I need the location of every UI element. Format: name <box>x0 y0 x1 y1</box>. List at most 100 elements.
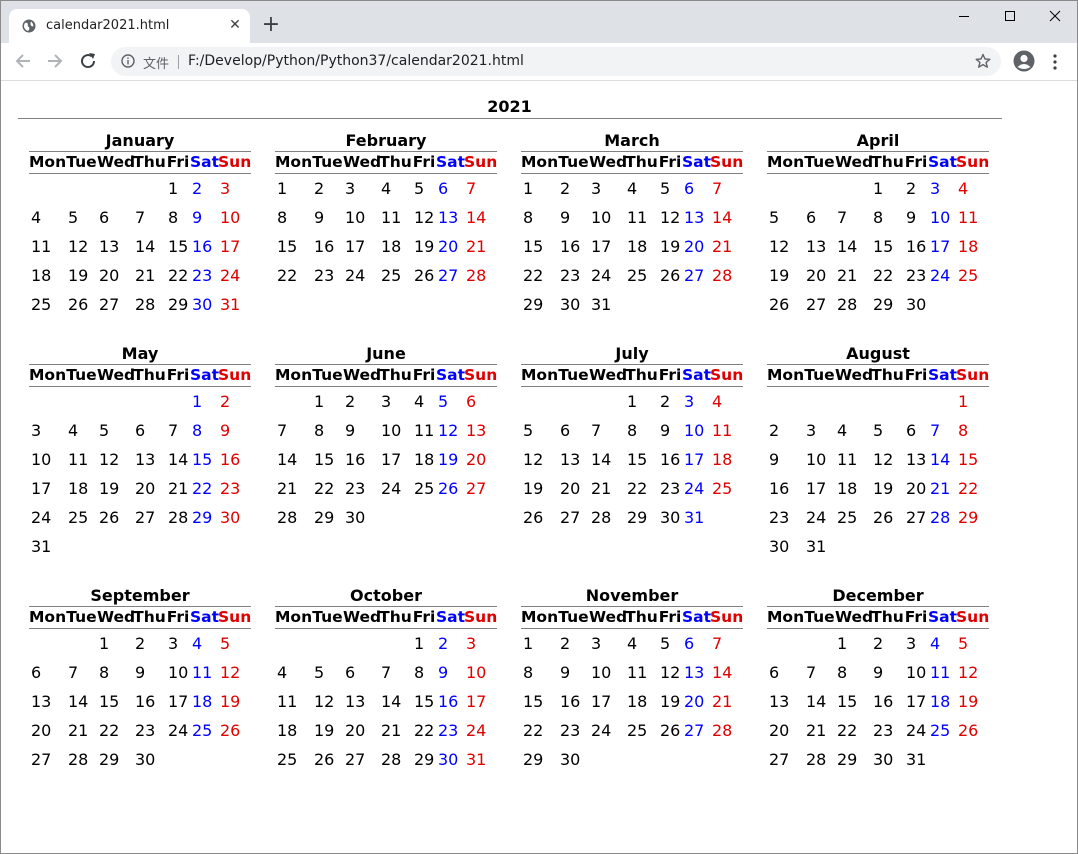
week-row: 22 23 24 25 26 27 28 <box>521 261 743 290</box>
day-cell: 28 <box>381 750 402 769</box>
day-cell: 25 <box>192 721 213 740</box>
day-cell: 19 <box>769 266 790 285</box>
weekday-label: Sun <box>464 366 498 384</box>
weekday-label: Tue <box>804 366 835 384</box>
day-cell: 25 <box>414 479 435 498</box>
day-cell: 20 <box>438 237 459 256</box>
day-cell: 3 <box>591 179 602 198</box>
day-cell <box>133 532 166 561</box>
week-row: 4 5 6 7 8 9 10 <box>275 658 497 687</box>
tab-title: calendar2021.html <box>46 18 170 33</box>
day-cell: 22 <box>277 266 298 285</box>
day-cell: 9 <box>660 421 671 440</box>
day-cell: 5 <box>873 421 884 440</box>
day-cell: 25 <box>712 479 733 498</box>
day-cell: 24 <box>220 266 241 285</box>
day-cell: 13 <box>438 208 459 227</box>
day-cell: 13 <box>31 692 52 711</box>
weekday-label: Mon <box>275 153 313 171</box>
day-cell: 1 <box>958 392 969 411</box>
day-cell: 20 <box>769 721 790 740</box>
day-cell: 19 <box>99 479 120 498</box>
day-cell <box>767 174 804 203</box>
week-row: 20 21 22 23 24 25 26 <box>767 716 989 745</box>
day-cell: 22 <box>958 479 979 498</box>
day-cell: 15 <box>958 450 979 469</box>
day-cell: 1 <box>873 179 884 198</box>
weekday-label: Tue <box>558 366 589 384</box>
week-row: 15 16 17 18 19 20 21 <box>521 232 743 261</box>
bookmark-star-icon[interactable] <box>975 53 991 69</box>
day-cell: 22 <box>99 721 120 740</box>
day-cell: 4 <box>712 392 723 411</box>
day-cell: 16 <box>873 692 894 711</box>
day-cell: 29 <box>523 295 544 314</box>
info-icon[interactable] <box>121 54 135 68</box>
weekday-label: Tue <box>804 608 835 626</box>
forward-arrow-icon[interactable] <box>45 51 65 71</box>
minimize-button[interactable] <box>941 1 987 31</box>
day-cell: 8 <box>627 421 638 440</box>
weekday-label: Mon <box>767 153 805 171</box>
weekday-label: Sun <box>956 608 990 626</box>
day-cell: 16 <box>660 450 681 469</box>
site-info-label[interactable]: 文件 <box>143 53 169 72</box>
day-cell: 27 <box>806 295 827 314</box>
maximize-button[interactable] <box>987 1 1033 31</box>
day-cell: 10 <box>591 663 612 682</box>
day-cell: 29 <box>192 508 213 527</box>
back-arrow-icon[interactable] <box>13 51 33 71</box>
close-window-button[interactable] <box>1032 1 1077 31</box>
browser-tab[interactable]: calendar2021.html ✕ <box>9 9 250 43</box>
day-cell: 21 <box>712 237 733 256</box>
day-cell: 3 <box>220 179 231 198</box>
day-cell: 27 <box>684 721 705 740</box>
week-row: 1 2 3 4 567 <box>521 629 743 658</box>
tab-strip: calendar2021.html ✕ + <box>1 1 1077 43</box>
day-cell <box>436 503 464 532</box>
week-row: 19 20 21 22 23 24 25 <box>521 474 743 503</box>
day-cell: 9 <box>769 450 780 469</box>
day-cell: 19 <box>523 479 544 498</box>
month-name: May <box>121 344 159 363</box>
day-cell: 30 <box>135 750 156 769</box>
day-cell: 18 <box>381 237 402 256</box>
weekday-label: Tue <box>312 608 343 626</box>
address-bar[interactable]: 文件 F:/Develop/Python/Python37/calendar20… <box>111 47 1001 76</box>
weekday-label: Fri <box>658 366 682 384</box>
day-cell <box>218 745 251 774</box>
weekday-label: Tue <box>66 366 97 384</box>
weekday-label: Tue <box>66 153 97 171</box>
month-name: December <box>832 586 924 605</box>
day-cell: 14 <box>930 450 951 469</box>
day-cell: 28 <box>68 750 89 769</box>
day-cell: 4 <box>277 663 288 682</box>
day-cell: 10 <box>220 208 241 227</box>
day-cell: 30 <box>660 508 681 527</box>
new-tab-icon[interactable]: + <box>260 14 282 36</box>
day-cell: 29 <box>168 295 189 314</box>
day-cell: 13 <box>345 692 366 711</box>
day-cell: 28 <box>712 721 733 740</box>
day-cell: 9 <box>438 663 449 682</box>
profile-avatar-icon[interactable] <box>1013 50 1035 72</box>
day-cell <box>66 174 97 203</box>
day-cell: 24 <box>591 266 612 285</box>
day-cell: 16 <box>220 450 241 469</box>
weekday-header: Mon Tue Wed Thu Fri Sat Sun <box>521 606 743 629</box>
day-cell <box>710 745 743 774</box>
url-text[interactable]: F:/Develop/Python/Python37/calendar2021.… <box>188 53 524 69</box>
day-cell: 4 <box>837 421 848 440</box>
day-cell: 26 <box>99 508 120 527</box>
day-cell: 3 <box>930 179 941 198</box>
day-cell: 28 <box>712 266 733 285</box>
day-cell: 6 <box>806 208 817 227</box>
kebab-menu-icon[interactable] <box>1049 53 1061 71</box>
week-row: 29 30 <box>521 745 743 774</box>
close-tab-icon[interactable]: ✕ <box>227 17 243 33</box>
reload-icon[interactable] <box>78 51 98 71</box>
day-cell: 18 <box>627 237 648 256</box>
week-row: 3 4 5 6 789 <box>29 416 251 445</box>
day-cell: 27 <box>684 266 705 285</box>
day-cell <box>275 387 312 416</box>
